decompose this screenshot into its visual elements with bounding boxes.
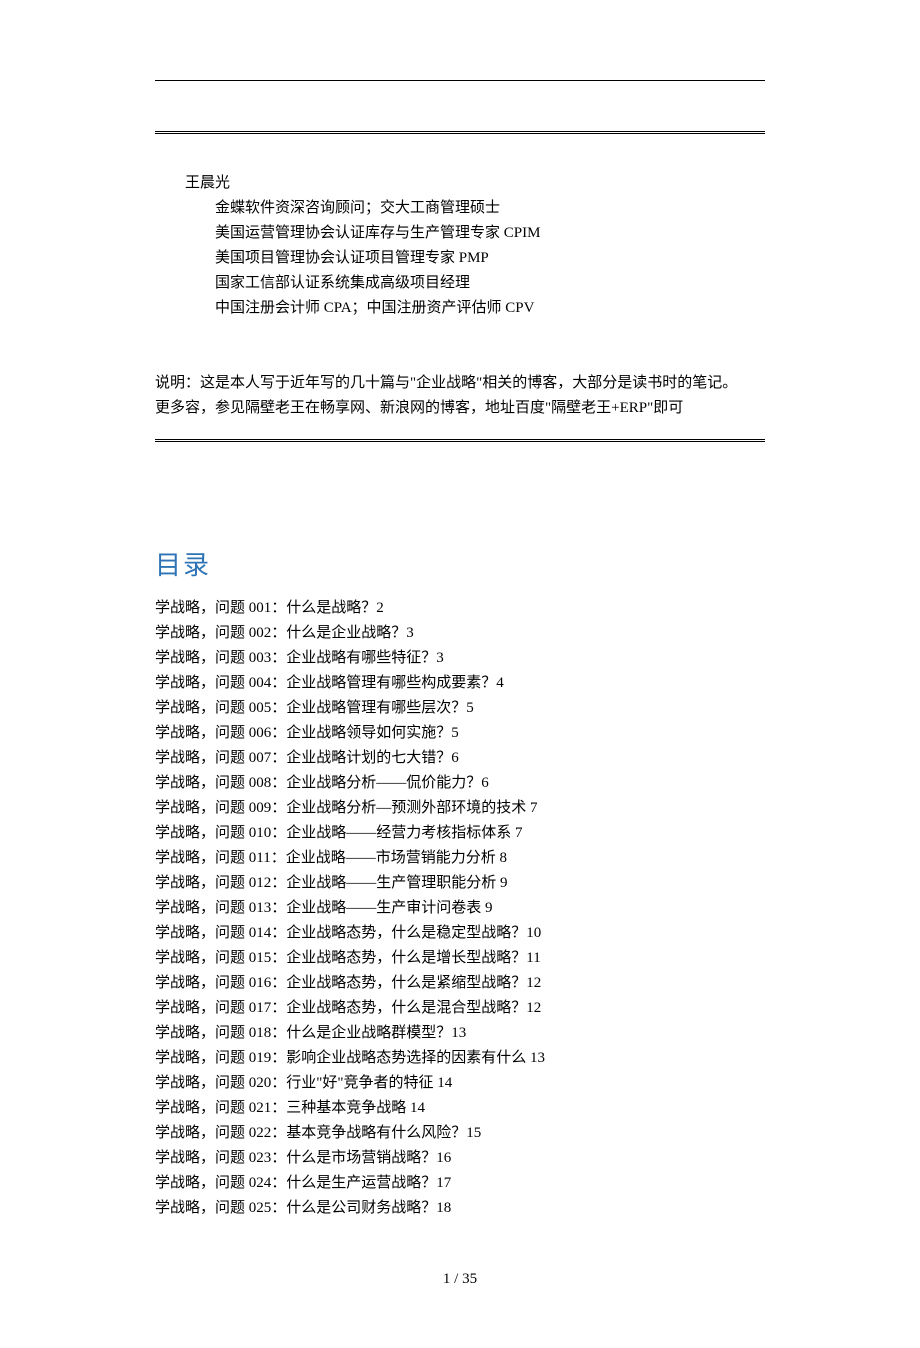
toc-item[interactable]: 学战略，问题 012：企业战略——生产管理职能分析 9 <box>155 871 765 896</box>
double-rule-bottom <box>155 439 765 445</box>
toc-item[interactable]: 学战略，问题 019：影响企业战略态势选择的因素有什么 13 <box>155 1046 765 1071</box>
author-credential: 国家工信部认证系统集成高级项目经理 <box>155 271 765 296</box>
toc-item[interactable]: 学战略，问题 001：什么是战略？2 <box>155 596 765 621</box>
author-credential: 美国运营管理协会认证库存与生产管理专家 CPIM <box>155 221 765 246</box>
toc-item[interactable]: 学战略，问题 017：企业战略态势，什么是混合型战略？12 <box>155 996 765 1021</box>
description-line: 说明：这是本人写于近年写的几十篇与"企业战略"相关的博客，大部分是读书时的笔记。 <box>155 371 765 396</box>
toc-item[interactable]: 学战略，问题 008：企业战略分析——侃价能力？6 <box>155 771 765 796</box>
toc-item[interactable]: 学战略，问题 003：企业战略有哪些特征？3 <box>155 646 765 671</box>
toc-item[interactable]: 学战略，问题 018：什么是企业战略群模型？13 <box>155 1021 765 1046</box>
document-page: 王晨光 金蝶软件资深咨询顾问；交大工商管理硕士 美国运营管理协会认证库存与生产管… <box>0 0 920 1348</box>
toc-item[interactable]: 学战略，问题 002：什么是企业战略？3 <box>155 621 765 646</box>
toc-item[interactable]: 学战略，问题 024：什么是生产运营战略？17 <box>155 1171 765 1196</box>
toc-item[interactable]: 学战略，问题 004：企业战略管理有哪些构成要素？4 <box>155 671 765 696</box>
author-name: 王晨光 <box>155 171 765 196</box>
description-block: 说明：这是本人写于近年写的几十篇与"企业战略"相关的博客，大部分是读书时的笔记。… <box>155 371 765 421</box>
author-block: 王晨光 金蝶软件资深咨询顾问；交大工商管理硕士 美国运营管理协会认证库存与生产管… <box>155 171 765 321</box>
toc-item[interactable]: 学战略，问题 009：企业战略分析—预测外部环境的技术 7 <box>155 796 765 821</box>
toc-item[interactable]: 学战略，问题 022：基本竞争战略有什么风险？15 <box>155 1121 765 1146</box>
toc-item[interactable]: 学战略，问题 006：企业战略领导如何实施？5 <box>155 721 765 746</box>
toc-item[interactable]: 学战略，问题 021：三种基本竞争战略 14 <box>155 1096 765 1121</box>
description-line: 更多容，参见隔壁老王在畅享网、新浪网的博客，地址百度"隔壁老王+ERP"即可 <box>155 396 765 421</box>
toc-list: 学战略，问题 001：什么是战略？2 学战略，问题 002：什么是企业战略？3 … <box>155 596 765 1221</box>
author-credential: 金蝶软件资深咨询顾问；交大工商管理硕士 <box>155 196 765 221</box>
toc-item[interactable]: 学战略，问题 016：企业战略态势，什么是紧缩型战略？12 <box>155 971 765 996</box>
double-rule-top <box>155 131 765 137</box>
toc-item[interactable]: 学战略，问题 011：企业战略——市场营销能力分析 8 <box>155 846 765 871</box>
toc-item[interactable]: 学战略，问题 025：什么是公司财务战略？18 <box>155 1196 765 1221</box>
toc-item[interactable]: 学战略，问题 013：企业战略——生产审计问卷表 9 <box>155 896 765 921</box>
toc-item[interactable]: 学战略，问题 010：企业战略——经营力考核指标体系 7 <box>155 821 765 846</box>
toc-title: 目录 <box>155 545 765 582</box>
toc-item[interactable]: 学战略，问题 020：行业"好"竞争者的特征 14 <box>155 1071 765 1096</box>
toc-item[interactable]: 学战略，问题 023：什么是市场营销战略？16 <box>155 1146 765 1171</box>
toc-item[interactable]: 学战略，问题 007：企业战略计划的七大错？6 <box>155 746 765 771</box>
top-rule <box>155 80 765 81</box>
toc-item[interactable]: 学战略，问题 015：企业战略态势，什么是增长型战略？11 <box>155 946 765 971</box>
author-credential: 美国项目管理协会认证项目管理专家 PMP <box>155 246 765 271</box>
page-number: 1 / 35 <box>155 1271 765 1288</box>
author-credential: 中国注册会计师 CPA；中国注册资产评估师 CPV <box>155 296 765 321</box>
toc-item[interactable]: 学战略，问题 014：企业战略态势，什么是稳定型战略？10 <box>155 921 765 946</box>
toc-item[interactable]: 学战略，问题 005：企业战略管理有哪些层次？5 <box>155 696 765 721</box>
